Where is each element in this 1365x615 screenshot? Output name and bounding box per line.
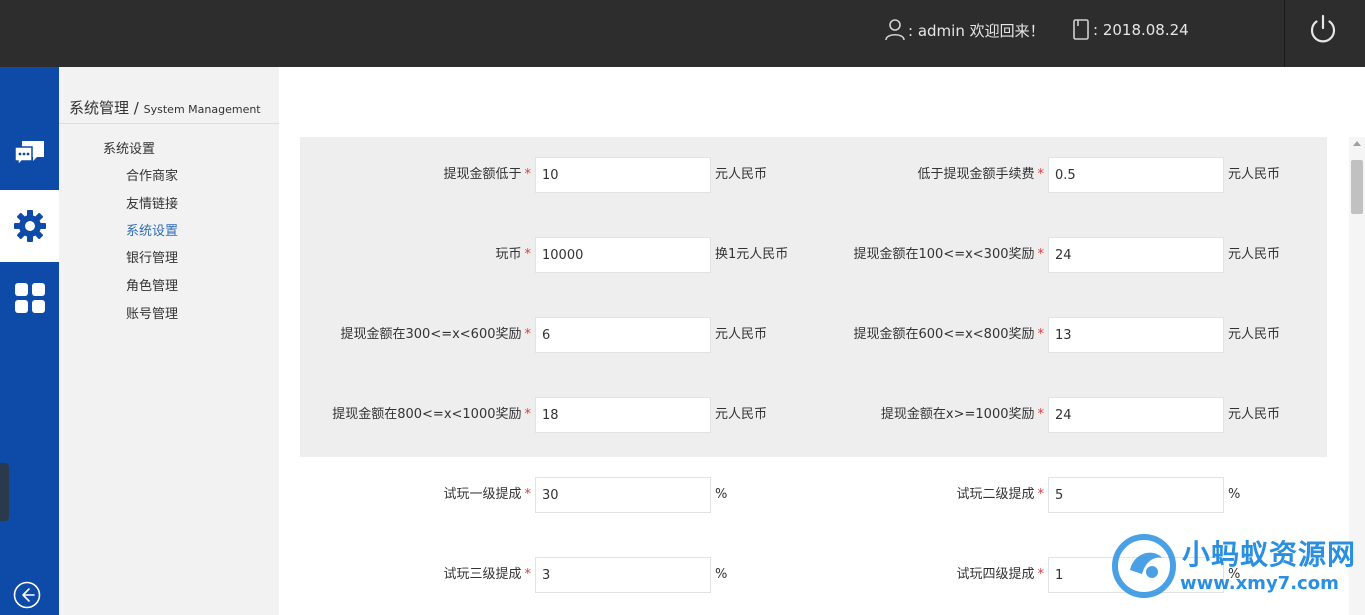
field-label-text: 提现金额在600<=x<800奖励 [853, 327, 1035, 342]
field-input[interactable] [1048, 157, 1224, 193]
field-input[interactable] [535, 397, 711, 433]
field-unit: 元人民币 [1228, 247, 1281, 262]
field-unit: 元人民币 [1228, 167, 1281, 182]
grid-icon [14, 283, 45, 313]
date-display: : 2018.08.24 [1071, 18, 1189, 42]
field-label-text: 提现金额在100<=x<300奖励 [853, 247, 1035, 262]
nav-item-friend-links[interactable]: 友情链接 [126, 193, 178, 212]
required-asterisk: * [1037, 167, 1045, 182]
field-label: 低于提现金额手续费 * [917, 157, 1044, 193]
scroll-thumb[interactable] [1351, 160, 1363, 214]
field-label-text: 提现金额在800<=x<1000奖励 [332, 407, 522, 422]
user-greeting-text: : admin 欢迎回来！ [908, 21, 1045, 40]
user-greeting: : admin 欢迎回来！ [884, 18, 1045, 42]
field-label: 提现金额在300<=x<600奖励 * [341, 317, 532, 353]
field-label: 玩币 * [495, 237, 531, 273]
nav-item-bank-management[interactable]: 银行管理 [126, 247, 178, 266]
field-label-text: 低于提现金额手续费 [917, 167, 1035, 182]
field-label-text: 试玩三级提成 [443, 567, 522, 582]
field-label: 试玩一级提成 * [443, 477, 531, 513]
field-label-text: 提现金额低于 [443, 167, 522, 182]
field-label: 试玩二级提成 * [956, 477, 1044, 513]
field-label-text: 提现金额在x>=1000奖励 [880, 407, 1035, 422]
nav-group-system-settings[interactable]: 系统设置 [103, 138, 155, 157]
gear-icon [13, 210, 46, 242]
rail-item-messages[interactable] [0, 117, 59, 189]
required-asterisk: * [524, 407, 532, 422]
header-divider [1284, 0, 1285, 67]
nav-divider [59, 123, 279, 124]
field-label: 提现金额在800<=x<1000奖励 * [332, 397, 531, 433]
field-label-text: 玩币 [495, 247, 522, 262]
section-title: 系统管理 / System Management [69, 97, 261, 118]
required-asterisk: * [1037, 327, 1045, 342]
section-title-english: System Management [143, 103, 261, 116]
required-asterisk: * [1037, 407, 1045, 422]
section-title-text: 系统管理 [69, 99, 130, 117]
scroll-up-arrow-icon[interactable] [1353, 141, 1361, 146]
field-unit: 元人民币 [715, 327, 768, 342]
top-bar: : admin 欢迎回来！ : 2018.08.24 [0, 0, 1365, 67]
field-unit: 元人民币 [715, 167, 768, 182]
page-scrollbar[interactable] [1349, 137, 1365, 615]
field-unit: % [1228, 487, 1241, 502]
field-unit: % [715, 487, 728, 502]
field-unit: 换1元人民币 [715, 247, 789, 262]
field-label-text: 提现金额在300<=x<600奖励 [340, 327, 522, 342]
required-asterisk: * [524, 487, 532, 502]
field-label: 提现金额在x>=1000奖励 * [881, 397, 1044, 433]
field-input[interactable] [535, 237, 711, 273]
user-icon [885, 19, 905, 41]
date-text: : 2018.08.24 [1093, 21, 1189, 39]
field-label: 试玩四级提成 * [956, 557, 1044, 593]
nav-item-account-management[interactable]: 账号管理 [126, 303, 178, 322]
required-asterisk: * [524, 327, 532, 342]
required-asterisk: * [524, 167, 532, 182]
field-label-text: 试玩四级提成 [956, 567, 1035, 582]
field-input[interactable] [535, 157, 711, 193]
nav-item-system-settings[interactable]: 系统设置 [126, 220, 178, 239]
required-asterisk: * [524, 567, 532, 582]
required-asterisk: * [1037, 567, 1045, 582]
field-input[interactable] [1048, 317, 1224, 353]
power-icon[interactable] [1308, 13, 1338, 45]
field-label-text: 试玩一级提成 [443, 487, 522, 502]
calendar-icon [1073, 19, 1089, 40]
required-asterisk: * [1037, 487, 1045, 502]
field-unit: 元人民币 [715, 407, 768, 422]
required-asterisk: * [1037, 247, 1045, 262]
field-unit: % [1228, 567, 1241, 582]
field-input[interactable] [535, 557, 711, 593]
resize-handle[interactable] [0, 463, 9, 521]
field-label: 提现金额在600<=x<800奖励 * [854, 317, 1045, 353]
field-unit: 元人民币 [1228, 327, 1281, 342]
main-content: 提现金额低于*元人民币低于提现金额手续费*元人民币玩币*换1元人民币提现金额在1… [279, 67, 1365, 615]
chat-bubbles-icon [13, 141, 44, 167]
field-input[interactable] [535, 317, 711, 353]
field-unit: % [715, 567, 728, 582]
field-input[interactable] [1048, 397, 1224, 433]
field-label-text: 试玩二级提成 [956, 487, 1035, 502]
icon-rail [0, 67, 59, 615]
field-unit: 元人民币 [1228, 407, 1281, 422]
nav-item-partners[interactable]: 合作商家 [126, 165, 178, 184]
field-input[interactable] [535, 477, 711, 513]
rail-item-apps[interactable] [0, 262, 59, 334]
field-label: 提现金额低于 * [443, 157, 531, 193]
required-asterisk: * [524, 247, 532, 262]
field-input[interactable] [1048, 477, 1224, 513]
field-label: 提现金额在100<=x<300奖励 * [854, 237, 1045, 273]
rail-item-settings[interactable] [0, 190, 59, 262]
field-input[interactable] [1048, 237, 1224, 273]
field-label: 试玩三级提成 * [443, 557, 531, 593]
nav-item-role-management[interactable]: 角色管理 [126, 275, 178, 294]
field-input[interactable] [1048, 557, 1224, 593]
secondary-nav: 系统管理 / System Management 系统设置 合作商家 友情链接 … [59, 67, 279, 615]
back-arrow-icon[interactable] [12, 580, 42, 610]
section-title-separator: / [133, 99, 139, 117]
